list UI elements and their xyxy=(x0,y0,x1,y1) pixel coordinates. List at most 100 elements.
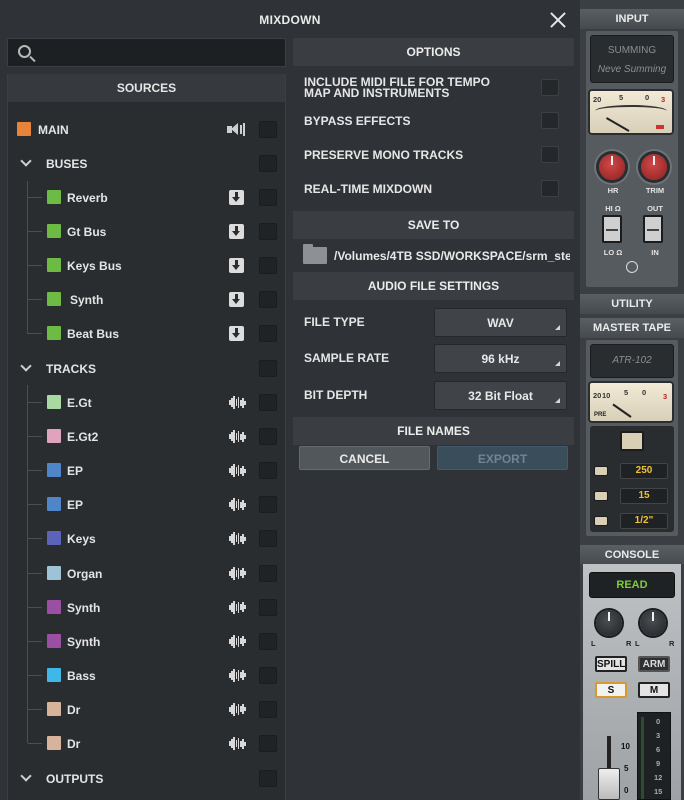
track-row[interactable]: Dr xyxy=(8,726,285,760)
bypass-effects-checkbox[interactable] xyxy=(541,112,559,129)
outputs-checkbox[interactable] xyxy=(259,770,277,787)
waveform-icon xyxy=(229,429,247,444)
file-names-header: FILE NAMES xyxy=(293,417,574,445)
track-checkbox[interactable] xyxy=(259,496,277,514)
source-main[interactable]: MAIN xyxy=(8,112,285,146)
bus-checkbox[interactable] xyxy=(259,223,277,240)
input-vu-meter: 20 5 0 3 xyxy=(588,89,674,135)
track-row[interactable]: E.Gt xyxy=(8,385,285,419)
in-out-toggle[interactable] xyxy=(643,215,663,243)
track-checkbox[interactable] xyxy=(259,394,277,411)
bus-row[interactable]: Synth xyxy=(8,282,285,316)
track-checkbox[interactable] xyxy=(259,462,277,480)
export-button[interactable]: EXPORT xyxy=(437,446,568,470)
utility-header[interactable]: UTILITY xyxy=(580,294,684,314)
pan-r-label: R xyxy=(669,639,675,648)
chevron-down-icon[interactable] xyxy=(20,360,32,372)
track-checkbox[interactable] xyxy=(259,530,277,548)
search-input[interactable] xyxy=(7,38,286,67)
bus-checkbox[interactable] xyxy=(259,291,277,308)
main-checkbox[interactable] xyxy=(259,121,277,138)
track-row[interactable]: Synth xyxy=(8,590,285,624)
tape-value: 15 xyxy=(620,488,668,504)
meter-tick: 15 xyxy=(654,787,663,796)
include-midi-checkbox[interactable] xyxy=(541,79,559,96)
bus-row[interactable]: Beat Bus xyxy=(8,316,285,350)
meter-tick: 3 xyxy=(656,731,661,740)
sample-rate-select[interactable]: 96 kHz xyxy=(434,344,567,373)
solo-button[interactable]: S xyxy=(595,682,627,698)
tracks-group[interactable]: TRACKS xyxy=(8,351,285,385)
bus-row[interactable]: Reverb xyxy=(8,180,285,214)
track-checkbox[interactable] xyxy=(259,700,277,718)
tracks-checkbox[interactable] xyxy=(259,360,277,377)
bit-depth-label: BIT DEPTH xyxy=(304,388,368,402)
buses-group[interactable]: BUSES xyxy=(8,146,285,180)
master-tape-slot[interactable]: ATR-102 xyxy=(590,344,674,378)
tape-option-button[interactable] xyxy=(594,516,608,526)
arm-button[interactable]: ARM xyxy=(638,656,670,672)
waveform-icon xyxy=(229,634,247,649)
automation-mode-select[interactable]: READ xyxy=(589,572,675,598)
track-checkbox[interactable] xyxy=(259,428,277,446)
bus-row[interactable]: Keys Bus xyxy=(8,248,285,282)
track-checkbox[interactable] xyxy=(259,735,277,752)
preserve-mono-checkbox[interactable] xyxy=(541,146,559,163)
bit-depth-select[interactable]: 32 Bit Float xyxy=(434,381,567,410)
cancel-button[interactable]: CANCEL xyxy=(299,446,430,470)
spill-button[interactable]: SPILL xyxy=(595,656,627,672)
tape-option-button[interactable] xyxy=(594,491,608,501)
track-row[interactable]: EP xyxy=(8,487,285,521)
tracks-label: TRACKS xyxy=(46,362,96,376)
track-row[interactable]: E.Gt2 xyxy=(8,419,285,453)
bus-row[interactable]: Gt Bus xyxy=(8,214,285,248)
track-row[interactable]: Organ xyxy=(8,556,285,590)
sources-header: SOURCES xyxy=(8,74,285,102)
pan-knob-right[interactable] xyxy=(640,610,666,636)
tape-option-button[interactable] xyxy=(594,466,608,476)
meter-tick: 12 xyxy=(654,773,663,782)
track-label: E.Gt2 xyxy=(67,430,99,445)
link-icon[interactable] xyxy=(626,261,638,273)
channel-strip: INPUT SUMMING Neve Summing 20 5 0 3 HR T… xyxy=(580,0,684,800)
track-row[interactable]: Bass xyxy=(8,658,285,692)
track-row[interactable]: Dr xyxy=(8,692,285,726)
color-swatch xyxy=(47,190,61,204)
waveform-icon xyxy=(229,497,247,512)
realtime-checkbox[interactable] xyxy=(541,180,559,197)
track-checkbox[interactable] xyxy=(259,564,277,582)
tape-button[interactable] xyxy=(620,431,644,451)
track-row[interactable]: Keys xyxy=(8,521,285,555)
track-row[interactable]: Synth xyxy=(8,624,285,658)
pan-knob-left[interactable] xyxy=(596,610,622,636)
track-row[interactable]: EP xyxy=(8,453,285,487)
bus-checkbox[interactable] xyxy=(259,189,277,206)
color-swatch xyxy=(47,531,61,546)
chevron-down-icon[interactable] xyxy=(20,155,32,167)
volume-fader[interactable] xyxy=(598,768,620,800)
mute-button[interactable]: M xyxy=(638,682,670,698)
console-section: READ L R L R SPILL ARM S M 10 5 0 0 3 6 … xyxy=(583,564,681,800)
file-type-select[interactable]: WAV xyxy=(434,308,567,337)
input-plugin-slot[interactable]: SUMMING Neve Summing xyxy=(590,35,674,83)
save-path-text: /Volumes/4TB SSD/WORKSPACE/srm_stem xyxy=(334,249,570,263)
color-swatch xyxy=(17,122,31,136)
buses-checkbox[interactable] xyxy=(259,155,277,172)
options-panel: OPTIONS INCLUDE MIDI FILE FOR TEMPO MAP … xyxy=(293,38,574,800)
chevron-down-icon[interactable] xyxy=(20,770,32,782)
close-icon[interactable] xyxy=(550,12,566,28)
bus-checkbox[interactable] xyxy=(259,325,277,342)
sample-rate-label: SAMPLE RATE xyxy=(304,351,390,365)
outputs-group[interactable]: OUTPUTS xyxy=(8,761,285,795)
track-label: Dr xyxy=(67,737,81,751)
waveform-icon xyxy=(229,600,247,615)
track-checkbox[interactable] xyxy=(259,598,277,616)
vu-tick: 0 xyxy=(642,388,647,397)
plugin-name: Neve Summing xyxy=(597,64,667,75)
bus-checkbox[interactable] xyxy=(259,257,277,274)
trim-knob[interactable] xyxy=(641,154,667,180)
track-checkbox[interactable] xyxy=(259,666,277,684)
impedance-toggle[interactable] xyxy=(602,215,622,243)
track-checkbox[interactable] xyxy=(259,632,277,650)
hr-knob[interactable] xyxy=(599,154,625,180)
